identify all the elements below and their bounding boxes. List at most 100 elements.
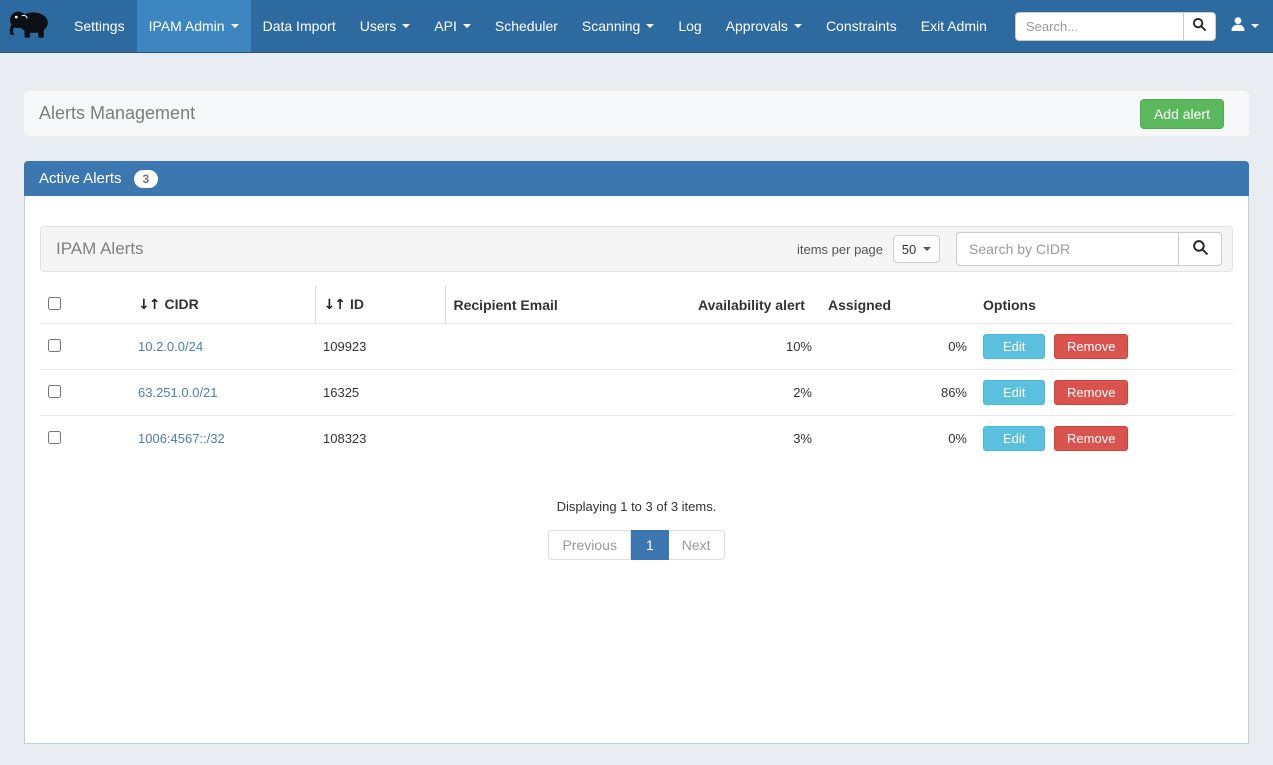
nav-label: Approvals bbox=[726, 18, 788, 34]
chevron-down-icon bbox=[923, 247, 931, 251]
items-per-page-value: 50 bbox=[902, 242, 916, 257]
cidr-cell: 10.2.0.0/24 bbox=[130, 324, 315, 370]
assigned-cell: 0% bbox=[820, 416, 975, 462]
pagination-wrap: Previous 1 Next bbox=[40, 530, 1233, 560]
chevron-down-icon bbox=[794, 24, 802, 28]
column-label: Availability alert bbox=[698, 297, 805, 313]
email-cell bbox=[445, 416, 690, 462]
main-nav: Settings IPAM Admin Data Import Users AP… bbox=[62, 0, 999, 52]
nav-label: API bbox=[434, 18, 457, 34]
row-checkbox-cell bbox=[40, 370, 130, 416]
cidr-cell: 63.251.0.0/21 bbox=[130, 370, 315, 416]
row-checkbox-cell bbox=[40, 324, 130, 370]
table-row: 1006:4567::/32 108323 3% 0% Edit Remove bbox=[40, 416, 1233, 462]
alert-count-badge: 3 bbox=[134, 170, 159, 188]
global-search-input[interactable] bbox=[1015, 12, 1183, 41]
nav-item-users[interactable]: Users bbox=[348, 0, 423, 52]
cidr-search-button[interactable] bbox=[1178, 232, 1222, 266]
chevron-down-icon bbox=[402, 24, 410, 28]
remove-button[interactable]: Remove bbox=[1054, 334, 1128, 359]
cidr-link[interactable]: 1006:4567::/32 bbox=[138, 431, 225, 446]
nav-label: IPAM Admin bbox=[149, 18, 225, 34]
magnifier-icon bbox=[1192, 17, 1207, 35]
cidr-link[interactable]: 63.251.0.0/21 bbox=[138, 385, 218, 400]
column-header-cidr[interactable]: ↓↑CIDR bbox=[130, 286, 315, 324]
toolbar-controls: items per page 50 bbox=[797, 232, 1222, 266]
options-cell: Edit Remove bbox=[975, 370, 1233, 416]
table-toolbar: IPAM Alerts items per page 50 bbox=[40, 226, 1233, 272]
options-cell: Edit Remove bbox=[975, 324, 1233, 370]
nav-label: Log bbox=[678, 18, 701, 34]
nav-item-constraints[interactable]: Constraints bbox=[814, 0, 909, 52]
items-per-page-select[interactable]: 50 bbox=[893, 235, 940, 263]
results-summary: Displaying 1 to 3 of 3 items. bbox=[40, 499, 1233, 514]
remove-button[interactable]: Remove bbox=[1054, 426, 1128, 451]
email-cell bbox=[445, 324, 690, 370]
nav-item-scheduler[interactable]: Scheduler bbox=[483, 0, 570, 52]
nav-item-settings[interactable]: Settings bbox=[62, 0, 137, 52]
panel-heading: Active Alerts 3 bbox=[24, 161, 1249, 196]
global-search bbox=[1015, 12, 1216, 41]
edit-button[interactable]: Edit bbox=[983, 426, 1045, 451]
nav-item-ipam-admin[interactable]: IPAM Admin bbox=[137, 0, 251, 52]
row-checkbox[interactable] bbox=[48, 385, 61, 398]
id-cell: 109923 bbox=[315, 324, 445, 370]
nav-label: Scanning bbox=[582, 18, 640, 34]
chevron-down-icon bbox=[1251, 24, 1259, 28]
nav-label: Scheduler bbox=[495, 18, 558, 34]
cidr-link[interactable]: 10.2.0.0/24 bbox=[138, 339, 203, 354]
cidr-cell: 1006:4567::/32 bbox=[130, 416, 315, 462]
row-checkbox[interactable] bbox=[48, 431, 61, 444]
table-header-row: ↓↑CIDR ↓↑ID Recipient Email Availability… bbox=[40, 286, 1233, 324]
row-checkbox-cell bbox=[40, 416, 130, 462]
column-header-availability-alert: Availability alert bbox=[690, 286, 820, 324]
nav-label: Users bbox=[360, 18, 397, 34]
table-row: 63.251.0.0/21 16325 2% 86% Edit Remove bbox=[40, 370, 1233, 416]
items-per-page-label: items per page bbox=[797, 242, 883, 257]
chevron-down-icon bbox=[231, 24, 239, 28]
add-alert-button[interactable]: Add alert bbox=[1140, 99, 1224, 129]
nav-item-exit-admin[interactable]: Exit Admin bbox=[909, 0, 999, 52]
magnifier-icon bbox=[1192, 239, 1209, 259]
email-cell bbox=[445, 370, 690, 416]
nav-label: Constraints bbox=[826, 18, 897, 34]
availability-cell: 10% bbox=[690, 324, 820, 370]
pagination-next[interactable]: Next bbox=[669, 530, 725, 560]
nav-label: Data Import bbox=[263, 18, 336, 34]
assigned-cell: 0% bbox=[820, 324, 975, 370]
column-header-id[interactable]: ↓↑ ID bbox=[315, 286, 445, 324]
page-title: Alerts Management bbox=[39, 103, 195, 124]
remove-button[interactable]: Remove bbox=[1054, 380, 1128, 405]
table-row: 10.2.0.0/24 109923 10% 0% Edit Remove bbox=[40, 324, 1233, 370]
edit-button[interactable]: Edit bbox=[983, 334, 1045, 359]
user-menu[interactable] bbox=[1230, 16, 1259, 37]
assigned-cell: 86% bbox=[820, 370, 975, 416]
pagination-previous[interactable]: Previous bbox=[548, 530, 630, 560]
chevron-down-icon bbox=[646, 24, 654, 28]
column-label: ID bbox=[350, 296, 364, 312]
global-search-button[interactable] bbox=[1183, 12, 1216, 41]
select-all-checkbox[interactable] bbox=[48, 297, 61, 310]
page-header: Alerts Management Add alert bbox=[24, 91, 1249, 136]
panel-title: Active Alerts bbox=[39, 170, 122, 187]
nav-item-scanning[interactable]: Scanning bbox=[570, 0, 666, 52]
id-cell: 16325 bbox=[315, 370, 445, 416]
sort-icon: ↓↑ bbox=[324, 297, 345, 313]
table-title: IPAM Alerts bbox=[56, 239, 144, 259]
column-label: Options bbox=[983, 297, 1036, 313]
column-label: CIDR bbox=[164, 296, 198, 312]
cidr-search-input[interactable] bbox=[956, 232, 1178, 266]
nav-item-log[interactable]: Log bbox=[666, 0, 713, 52]
nav-item-api[interactable]: API bbox=[422, 0, 483, 52]
column-header-assigned: Assigned bbox=[820, 286, 975, 324]
row-checkbox[interactable] bbox=[48, 339, 61, 352]
edit-button[interactable]: Edit bbox=[983, 380, 1045, 405]
nav-label: Settings bbox=[74, 18, 125, 34]
cidr-search bbox=[956, 232, 1222, 266]
nav-item-approvals[interactable]: Approvals bbox=[714, 0, 814, 52]
panel-body: IPAM Alerts items per page 50 bbox=[24, 196, 1249, 744]
brand-logo[interactable] bbox=[0, 0, 62, 52]
pagination-page-1[interactable]: 1 bbox=[631, 530, 669, 560]
active-alerts-panel: Active Alerts 3 IPAM Alerts items per pa… bbox=[24, 161, 1249, 744]
nav-item-data-import[interactable]: Data Import bbox=[251, 0, 348, 52]
